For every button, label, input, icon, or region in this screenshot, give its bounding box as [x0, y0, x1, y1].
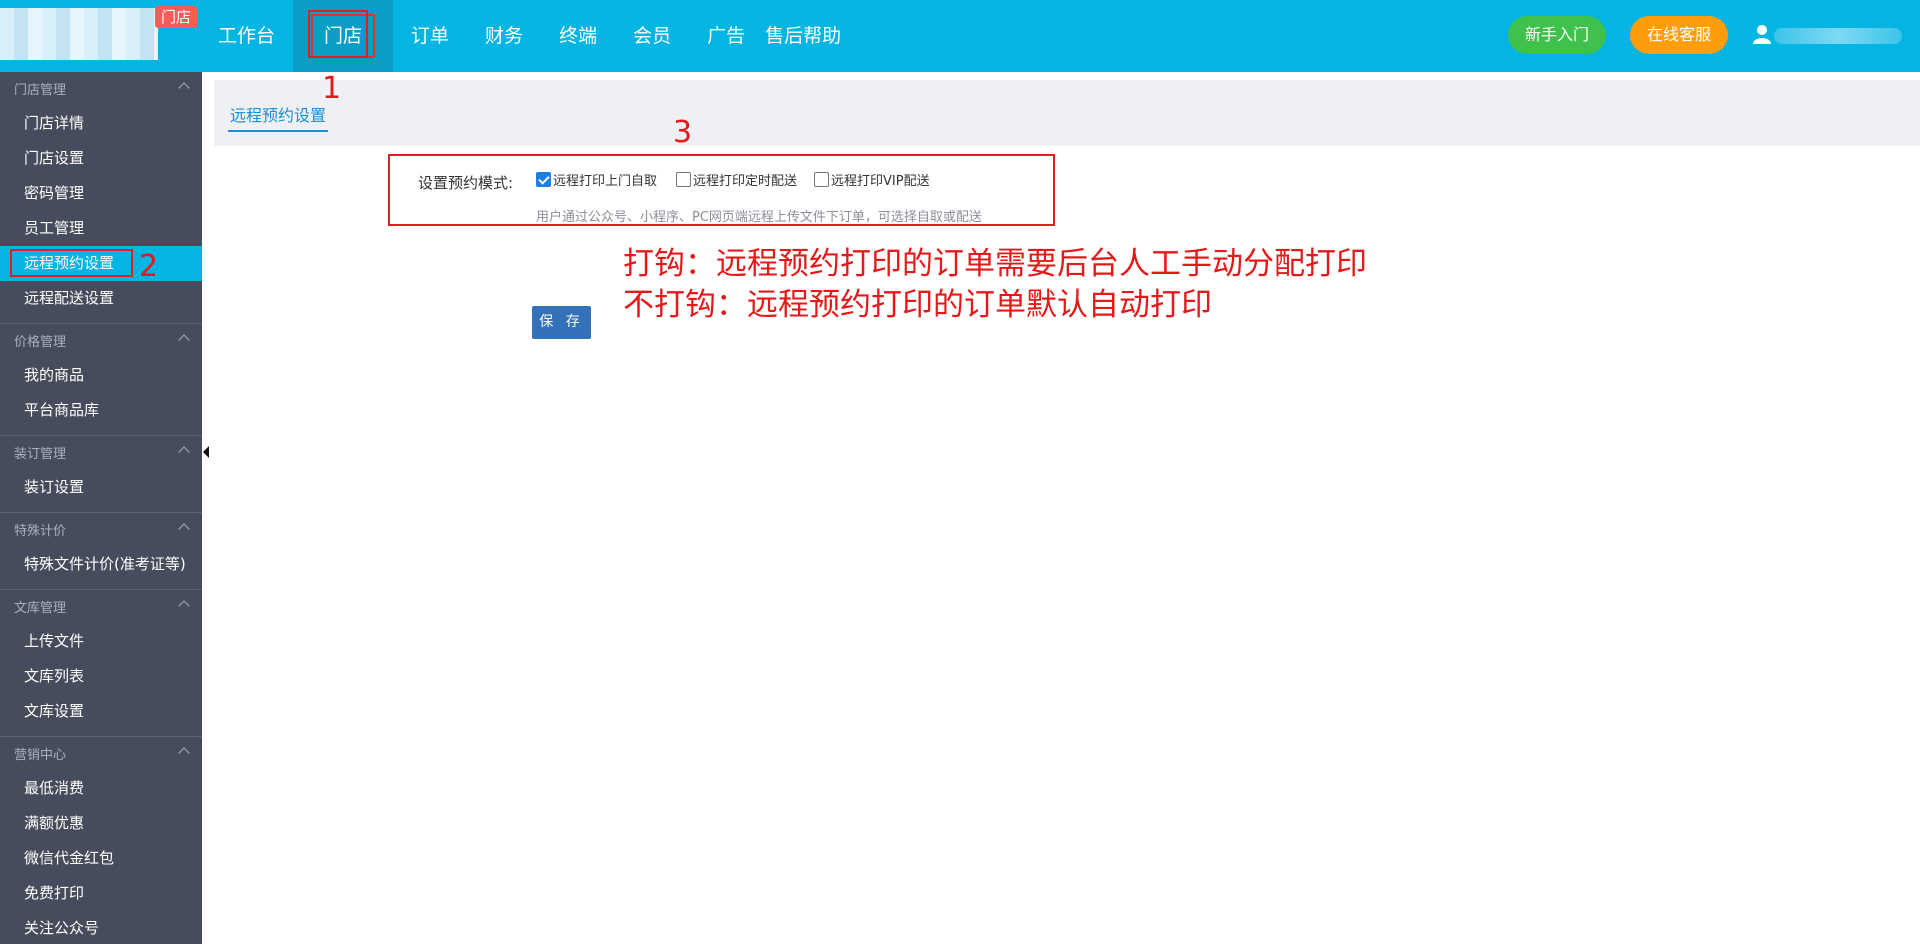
sidebar-item-min-spend[interactable]: 最低消费 — [0, 771, 202, 806]
sidebar-item-remote-delivery[interactable]: 远程配送设置 — [0, 281, 202, 316]
logo-badge: 门店 — [155, 6, 197, 28]
annotation-line-1: 打钩：远程预约打印的订单需要后台人工手动分配打印 — [623, 246, 1367, 282]
option-label: 远程打印定时配送 — [693, 174, 798, 189]
nav-ads[interactable]: 广告 — [689, 0, 763, 72]
sidebar-item-library-settings[interactable]: 文库设置 — [0, 694, 202, 729]
booking-mode-label: 设置预约模式: — [418, 174, 514, 192]
nav-after-sales[interactable]: 售后帮助 — [763, 0, 859, 72]
chevron-up-icon — [178, 334, 190, 346]
sidebar-group-binding: 装订管理 装订设置 — [0, 436, 202, 513]
tab-remote-booking[interactable]: 远程预约设置 — [228, 102, 329, 132]
sidebar-item-staff[interactable]: 员工管理 — [0, 211, 202, 246]
sidebar-item-library-list[interactable]: 文库列表 — [0, 659, 202, 694]
sidebar-group-header[interactable]: 特殊计价 — [0, 513, 202, 547]
checkbox[interactable] — [676, 172, 691, 187]
top-bar: 门店 工作台 门店 订单 财务 终端 会员 广告 售后帮助 新手入门 在线客服 — [0, 0, 1920, 72]
annotation-number-3: 3 — [673, 115, 693, 150]
annotation-line-2: 不打钩：远程预约打印的订单默认自动打印 — [623, 287, 1212, 323]
save-button[interactable]: 保 存 — [532, 306, 591, 339]
nav-orders[interactable]: 订单 — [393, 0, 467, 72]
tab-bar: 远程预约设置 — [214, 80, 1920, 146]
option-scheduled-delivery[interactable]: 远程打印定时配送 — [676, 170, 797, 189]
sidebar: 门店管理 门店详情 门店设置 密码管理 员工管理 远程预约设置 远程配送设置 价… — [0, 72, 202, 944]
sidebar-item-store-settings[interactable]: 门店设置 — [0, 141, 202, 176]
chevron-up-icon — [178, 82, 190, 94]
chevron-up-icon — [178, 446, 190, 458]
chevron-up-icon — [178, 747, 190, 759]
option-label: 远程打印上门自取 — [553, 174, 658, 189]
sidebar-group-store: 门店管理 门店详情 门店设置 密码管理 员工管理 远程预约设置 远程配送设置 — [0, 72, 202, 324]
sidebar-group-special-pricing: 特殊计价 特殊文件计价(准考证等) — [0, 513, 202, 590]
sidebar-group-library: 文库管理 上传文件 文库列表 文库设置 — [0, 590, 202, 737]
user-icon[interactable] — [1752, 24, 1772, 44]
sidebar-group-header[interactable]: 文库管理 — [0, 590, 202, 624]
option-label: 远程打印VIP配送 — [831, 174, 930, 189]
user-name-blurred[interactable] — [1774, 28, 1902, 44]
sidebar-group-marketing: 营销中心 最低消费 满额优惠 微信代金红包 免费打印 关注公众号 — [0, 737, 202, 944]
sidebar-item-binding-settings[interactable]: 装订设置 — [0, 470, 202, 505]
sidebar-collapse-icon[interactable] — [203, 446, 209, 458]
annotation-box-sidebar-item — [10, 249, 133, 277]
sidebar-group-price: 价格管理 我的商品 平台商品库 — [0, 324, 202, 436]
sidebar-item-my-products[interactable]: 我的商品 — [0, 358, 202, 393]
main-nav: 工作台 门店 订单 财务 终端 会员 广告 售后帮助 — [200, 0, 859, 72]
annotation-number-2: 2 — [139, 249, 159, 284]
new-user-guide-button[interactable]: 新手入门 — [1508, 16, 1606, 54]
sidebar-item-full-discount[interactable]: 满额优惠 — [0, 806, 202, 841]
nav-workbench[interactable]: 工作台 — [200, 0, 293, 72]
sidebar-group-header[interactable]: 营销中心 — [0, 737, 202, 771]
annotation-box-store-nav — [308, 10, 368, 58]
checkbox[interactable] — [814, 172, 829, 187]
sidebar-item-upload-file[interactable]: 上传文件 — [0, 624, 202, 659]
option-vip-delivery[interactable]: 远程打印VIP配送 — [814, 170, 930, 189]
sidebar-group-header[interactable]: 门店管理 — [0, 72, 202, 106]
nav-members[interactable]: 会员 — [615, 0, 689, 72]
booking-mode-form: 设置预约模式: 远程打印上门自取 远程打印定时配送 远程打印VIP配送 用户通过… — [388, 154, 1055, 226]
sidebar-group-header[interactable]: 装订管理 — [0, 436, 202, 470]
sidebar-item-wechat-coupon[interactable]: 微信代金红包 — [0, 841, 202, 876]
sidebar-item-platform-products[interactable]: 平台商品库 — [0, 393, 202, 428]
sidebar-item-store-details[interactable]: 门店详情 — [0, 106, 202, 141]
annotation-number-1: 1 — [322, 71, 342, 106]
logo — [0, 8, 158, 60]
sidebar-item-free-print[interactable]: 免费打印 — [0, 876, 202, 911]
checkbox-checked[interactable] — [536, 172, 551, 187]
sidebar-item-follow-account[interactable]: 关注公众号 — [0, 911, 202, 944]
sidebar-item-password[interactable]: 密码管理 — [0, 176, 202, 211]
nav-finance[interactable]: 财务 — [467, 0, 541, 72]
option-self-pickup[interactable]: 远程打印上门自取 — [536, 170, 657, 189]
sidebar-group-header[interactable]: 价格管理 — [0, 324, 202, 358]
sidebar-item-special-file-pricing[interactable]: 特殊文件计价(准考证等) — [0, 547, 202, 582]
online-service-button[interactable]: 在线客服 — [1630, 16, 1728, 54]
chevron-up-icon — [178, 600, 190, 612]
chevron-up-icon — [178, 523, 190, 535]
booking-mode-hint: 用户通过公众号、小程序、PC网页端远程上传文件下订单，可选择自取或配送 — [536, 210, 982, 225]
nav-terminals[interactable]: 终端 — [541, 0, 615, 72]
